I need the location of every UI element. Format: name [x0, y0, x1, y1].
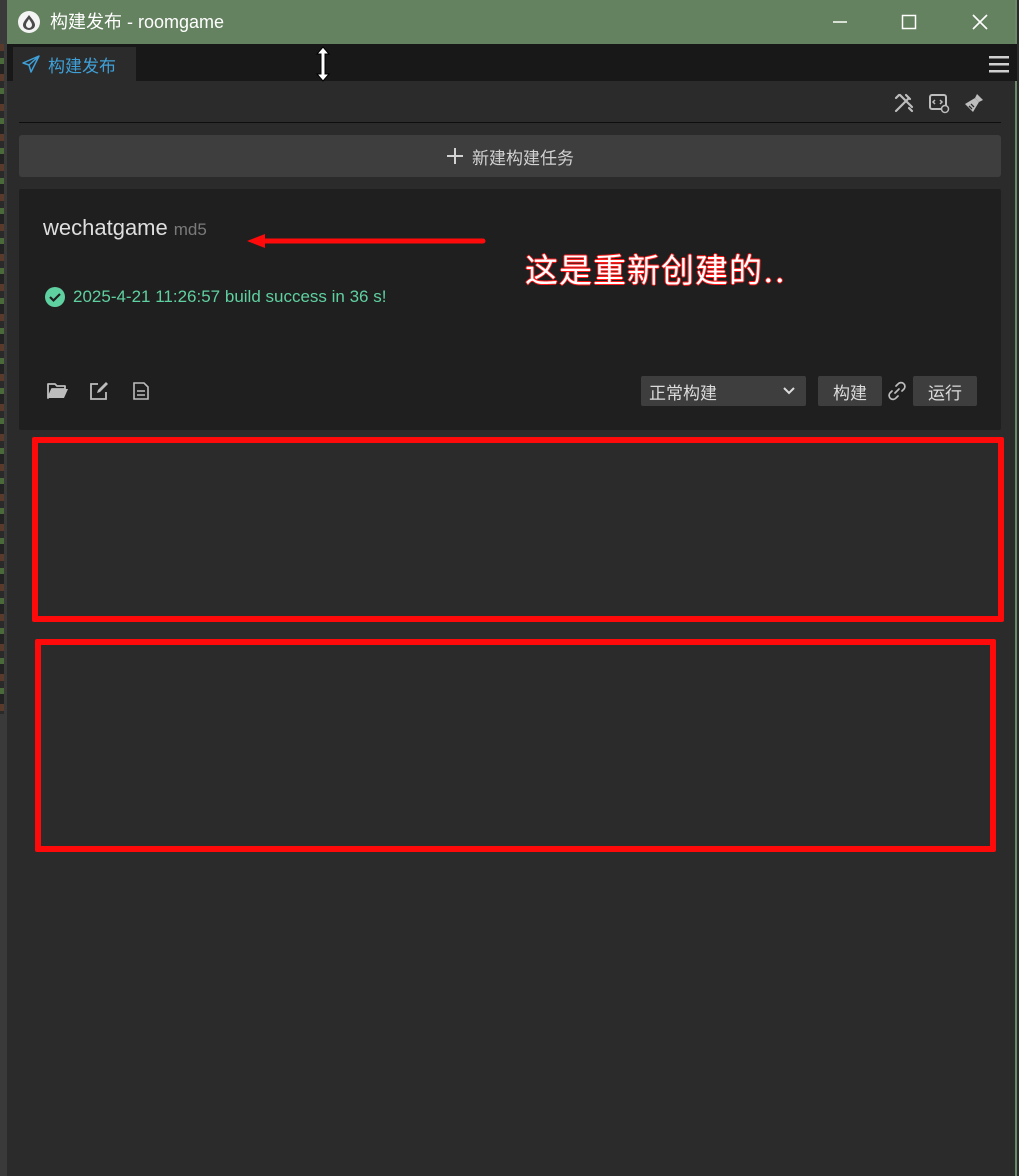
tab-build-publish[interactable]: 构建发布	[13, 47, 136, 81]
tools-icon[interactable]	[893, 92, 915, 114]
annotation-note: 这是重新创建的..	[525, 251, 786, 290]
window-border	[1015, 0, 1017, 1176]
new-build-task-button[interactable]: 新建构建任务	[19, 135, 1001, 177]
maximize-icon	[901, 14, 917, 30]
build-status: 2025-4-21 11:26:57 build success in 36 s…	[45, 287, 386, 307]
build-task-card: wechatgame md5 2025-4-21 11:26:57 build s…	[19, 189, 1001, 430]
platform-name: wechatgame	[43, 215, 168, 240]
maximize-button[interactable]	[874, 0, 944, 44]
annotation-highlight-box	[35, 639, 996, 852]
background-window-edge	[0, 0, 7, 1176]
annotation-highlight-box	[32, 437, 1004, 622]
build-button[interactable]: 构建	[818, 376, 882, 406]
new-build-task-label: 新建构建任务	[472, 148, 574, 168]
hamburger-menu-icon[interactable]	[989, 55, 1009, 73]
app-logo-icon	[18, 11, 40, 33]
close-button[interactable]	[945, 0, 1015, 44]
close-icon	[972, 14, 988, 30]
platform-tag: md5	[173, 220, 207, 239]
annotation-arrow-icon	[247, 234, 486, 248]
platform-title: wechatgame md5	[43, 215, 207, 241]
log-file-icon[interactable]	[131, 381, 151, 401]
window-title: 构建发布 - roomgame	[50, 12, 225, 32]
tab-bar: 构建发布	[7, 44, 1017, 81]
broom-icon[interactable]	[963, 92, 985, 114]
build-mode-select[interactable]: 正常构建	[641, 376, 806, 406]
folder-open-icon[interactable]	[47, 381, 69, 401]
chevron-down-icon	[783, 387, 795, 395]
check-circle-icon	[45, 287, 65, 307]
build-status-text: 2025-4-21 11:26:57 build success in 36 s…	[73, 287, 387, 306]
plus-icon	[447, 148, 463, 164]
code-settings-icon[interactable]	[928, 92, 950, 114]
edit-icon[interactable]	[89, 381, 109, 401]
run-button[interactable]: 运行	[913, 376, 977, 406]
paper-plane-icon	[22, 55, 40, 73]
title-bar[interactable]: 构建发布 - roomgame	[7, 0, 1017, 44]
link-icon[interactable]	[887, 381, 907, 401]
toolbar-divider	[19, 122, 1001, 123]
build-mode-value: 正常构建	[649, 383, 717, 403]
tab-label: 构建发布	[48, 56, 116, 76]
build-panel-window: 构建发布 - roomgame 构建发布 新建构建任务 wechatgame m…	[7, 0, 1017, 1176]
minimize-button[interactable]	[805, 0, 875, 44]
minimize-icon	[833, 21, 847, 23]
resize-cursor-icon	[315, 46, 331, 82]
